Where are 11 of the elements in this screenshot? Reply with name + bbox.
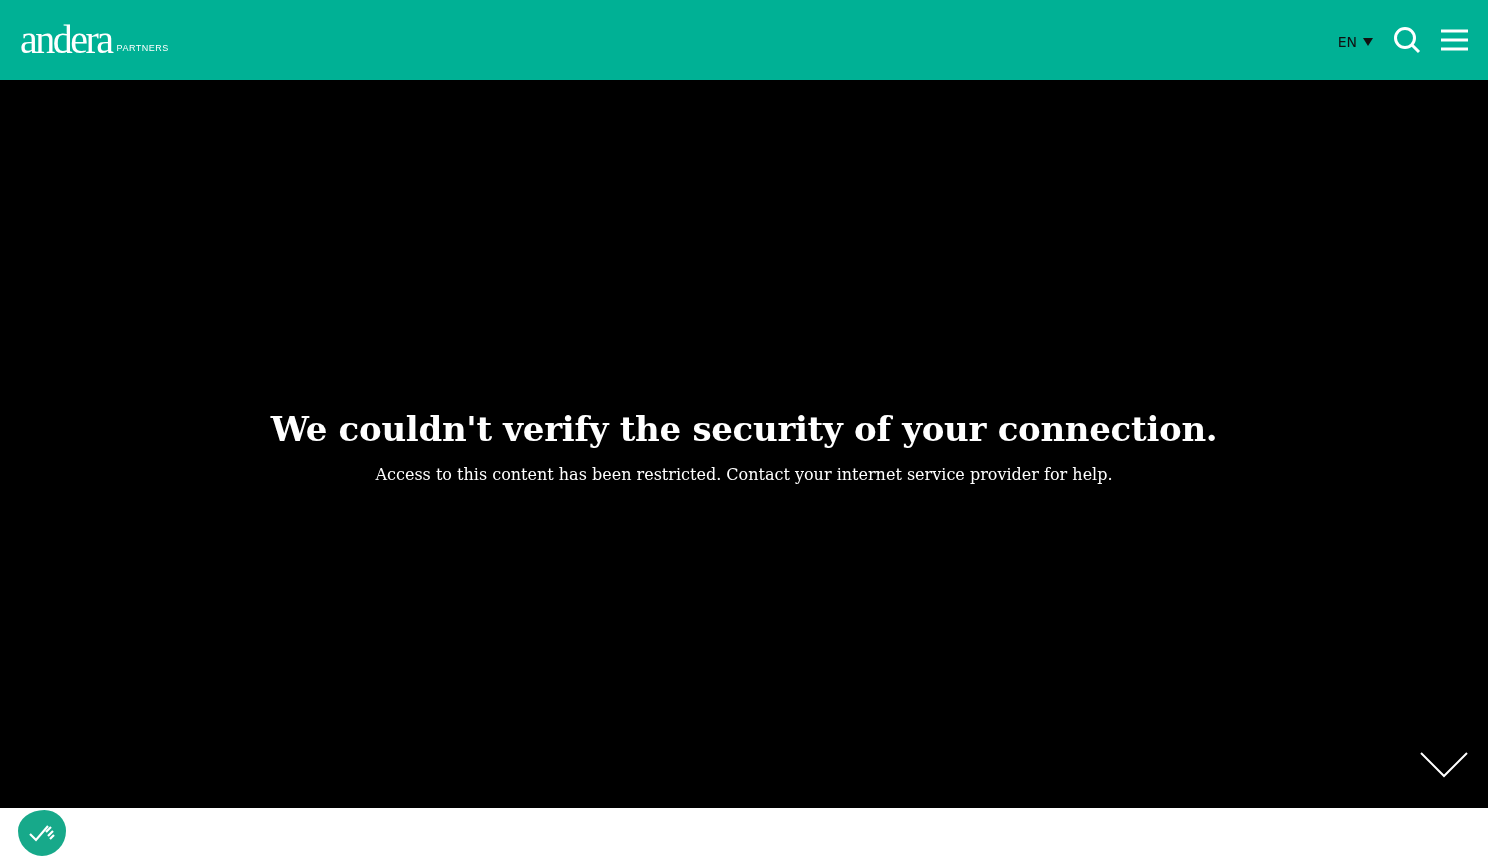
logo-tagline: PARTNERS: [116, 43, 169, 54]
search-icon[interactable]: [1393, 26, 1421, 54]
checkmark-icon: [28, 823, 56, 843]
logo-wordmark: andera: [20, 18, 114, 62]
error-message: Access to this content has been restricted. Contact your internet service provider for help.: [375, 464, 1113, 484]
caret-icon: [1363, 38, 1373, 46]
cookie-consent-button[interactable]: [18, 810, 66, 856]
chevron-down-icon[interactable]: [1420, 752, 1468, 778]
error-title: We couldn't verify the security of your connection.: [270, 408, 1218, 449]
menu-icon[interactable]: [1441, 29, 1468, 51]
language-selector[interactable]: EN: [1337, 34, 1373, 50]
